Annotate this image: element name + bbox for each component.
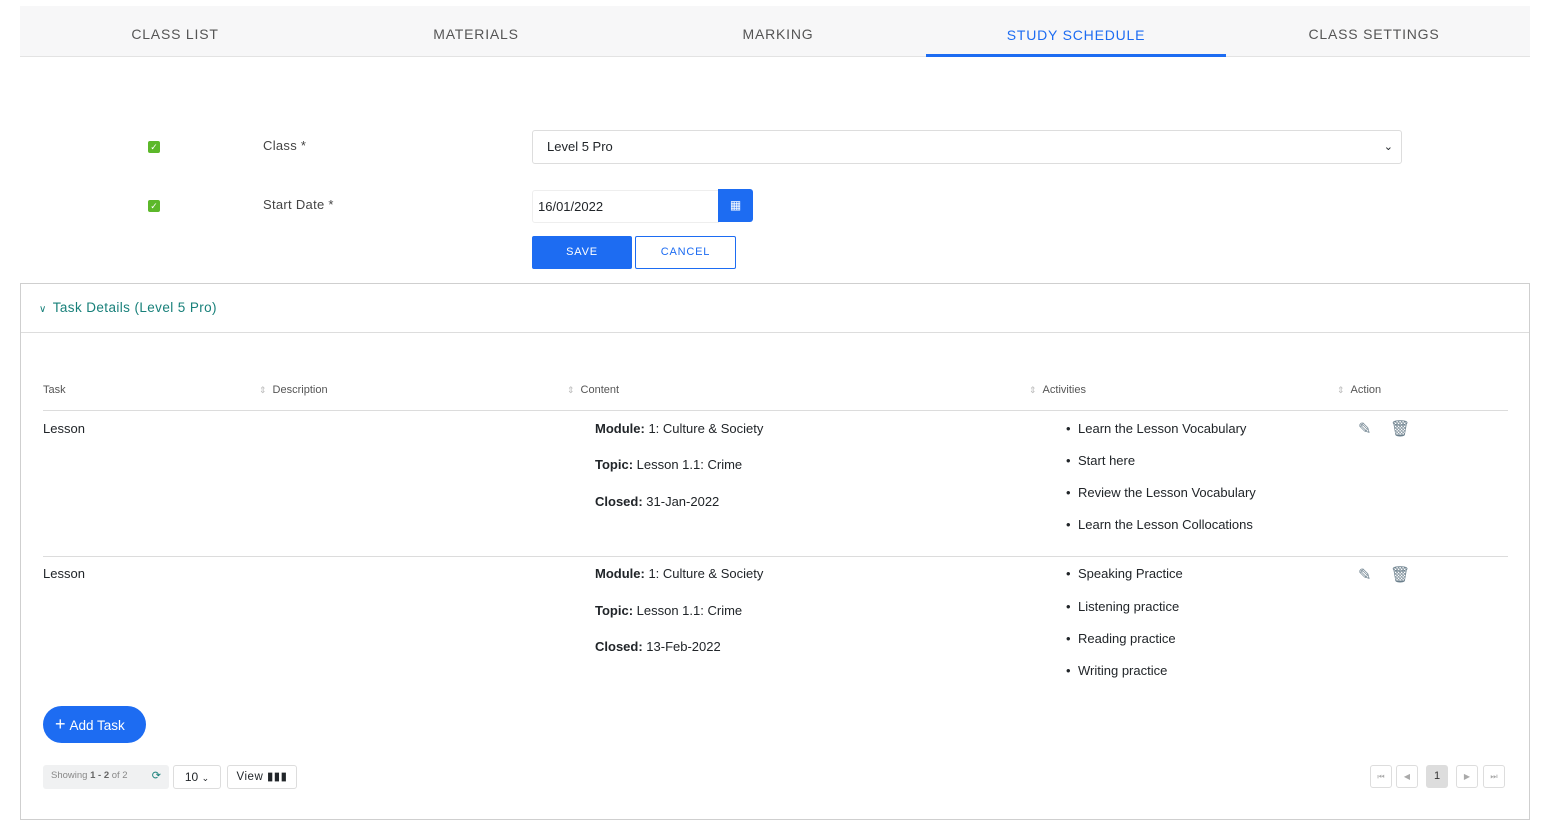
panel-header[interactable]: ∨ Task Details (Level 5 Pro) — [21, 284, 1529, 333]
closed-text: Closed: 13-Feb-2022 — [595, 639, 721, 654]
activity-item: Review the Lesson Vocabulary — [1066, 485, 1256, 517]
activities-list: Speaking Practice Listening practice Rea… — [1066, 566, 1183, 678]
plus-icon: + — [55, 714, 66, 734]
sort-icon: ⇕ — [259, 385, 267, 395]
edit-icon[interactable]: ✎ — [1358, 565, 1371, 585]
activity-item: Start here — [1066, 453, 1256, 485]
start-date-input[interactable]: 16/01/2022 — [532, 190, 719, 223]
module-text: Module: 1: Culture & Society — [595, 421, 764, 436]
prev-page-button[interactable]: ◀ — [1396, 765, 1418, 788]
tab-materials[interactable]: MATERIALS — [326, 6, 626, 57]
chevron-down-icon: ⌄ — [201, 773, 210, 783]
tab-class-settings[interactable]: CLASS SETTINGS — [1224, 6, 1524, 57]
tab-marking[interactable]: MARKING — [628, 6, 928, 57]
module-text: Module: 1: Culture & Society — [595, 566, 764, 581]
topic-text: Topic: Lesson 1.1: Crime — [595, 603, 743, 618]
class-select-value: Level 5 Pro — [547, 139, 613, 154]
topic-text: Topic: Lesson 1.1: Crime — [595, 457, 743, 472]
column-task[interactable]: Task — [43, 384, 66, 396]
activity-item: Speaking Practice — [1066, 566, 1183, 599]
column-description[interactable]: ⇕ Description — [259, 384, 328, 396]
activity-item: Learn the Lesson Vocabulary — [1066, 421, 1256, 453]
sort-icon: ⇕ — [567, 385, 575, 395]
closed-text: Closed: 31-Jan-2022 — [595, 494, 720, 509]
class-select[interactable]: Level 5 Pro ⌄ — [532, 130, 1402, 164]
showing-info: Showing 1 - 2 of 2 ⟳ — [43, 765, 169, 789]
start-date-label: Start Date * — [263, 197, 334, 212]
activity-item: Reading practice — [1066, 631, 1183, 663]
panel-title: Task Details (Level 5 Pro) — [52, 300, 217, 315]
activity-item: Writing practice — [1066, 663, 1183, 678]
chevron-down-icon: ∨ — [39, 304, 47, 315]
column-content[interactable]: ⇕ Content — [567, 384, 619, 396]
divider — [43, 410, 1508, 411]
task-cell: Lesson — [43, 421, 85, 436]
save-button[interactable]: SAVE — [532, 236, 632, 269]
column-activities[interactable]: ⇕ Activities — [1029, 384, 1086, 396]
add-task-button[interactable]: + Add Task — [43, 706, 146, 743]
activity-item: Listening practice — [1066, 599, 1183, 631]
view-columns-button[interactable]: View ▮▮▮ — [227, 765, 297, 789]
activities-list: Learn the Lesson Vocabulary Start here R… — [1066, 421, 1256, 532]
start-date-checkbox[interactable]: ✓ — [148, 200, 160, 212]
tab-bar: CLASS LIST MATERIALS MARKING STUDY SCHED… — [20, 6, 1530, 57]
tab-study-schedule[interactable]: STUDY SCHEDULE — [926, 6, 1226, 57]
task-details-panel: ∨ Task Details (Level 5 Pro) Task ⇕ Descri… — [20, 283, 1530, 820]
class-checkbox[interactable]: ✓ — [148, 141, 160, 153]
next-page-button[interactable]: ▶ — [1456, 765, 1478, 788]
column-action[interactable]: ⇕ Action — [1337, 384, 1381, 396]
trash-icon[interactable]: 🗑 — [1390, 565, 1410, 585]
first-page-button[interactable]: ⏮ — [1370, 765, 1392, 788]
activity-item: Learn the Lesson Collocations — [1066, 517, 1256, 532]
task-cell: Lesson — [43, 566, 85, 581]
sort-icon: ⇕ — [1337, 385, 1345, 395]
edit-icon[interactable]: ✎ — [1358, 419, 1371, 439]
trash-icon[interactable]: 🗑 — [1390, 419, 1410, 439]
class-label: Class * — [263, 138, 307, 153]
divider — [43, 556, 1508, 557]
refresh-icon[interactable]: ⟳ — [152, 765, 161, 787]
last-page-button[interactable]: ⏭ — [1483, 765, 1505, 788]
chevron-down-icon: ⌄ — [1383, 141, 1393, 153]
sort-icon: ⇕ — [1029, 385, 1037, 395]
tab-class-list[interactable]: CLASS LIST — [25, 6, 325, 57]
calendar-icon[interactable]: ▦ — [718, 189, 753, 222]
columns-icon: ▮▮▮ — [266, 771, 288, 783]
page-1-button[interactable]: 1 — [1426, 765, 1448, 788]
page-size-select[interactable]: 10 ⌄ — [173, 765, 221, 789]
cancel-button[interactable]: CANCEL — [635, 236, 736, 269]
